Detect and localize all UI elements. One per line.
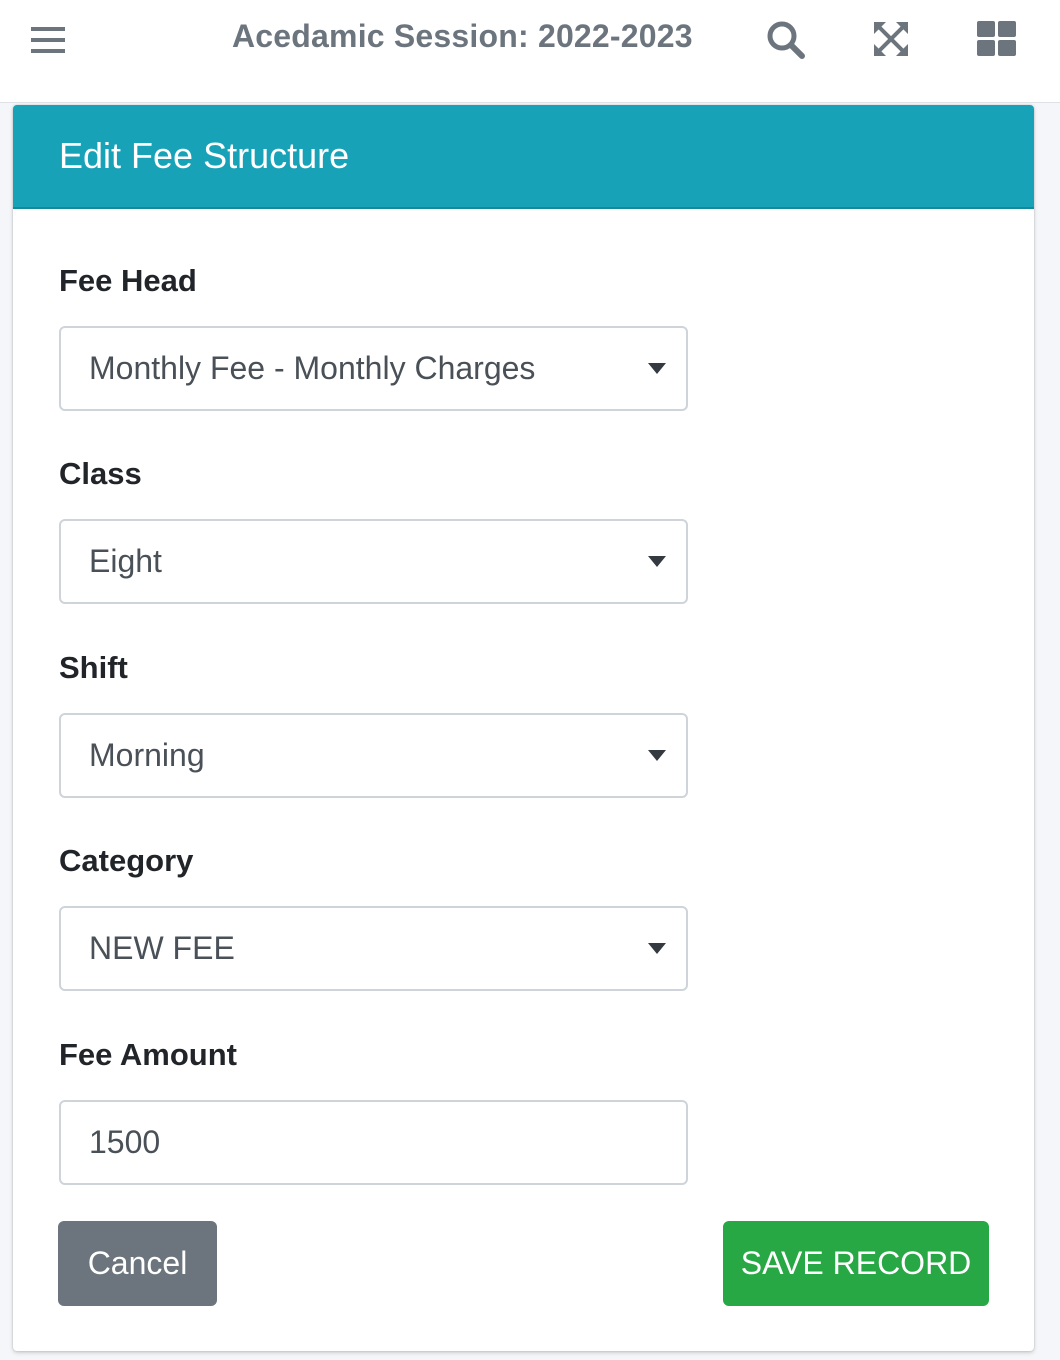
top-navbar: Acedamic Session: 2022-2023 <box>0 0 1060 103</box>
shift-label: Shift <box>59 650 128 685</box>
fee-head-label: Fee Head <box>59 263 197 298</box>
card-title: Edit Fee Structure <box>59 135 350 176</box>
class-selected-value: Eight <box>89 543 162 579</box>
cancel-button[interactable]: Cancel <box>58 1221 217 1306</box>
grid-apps-icon[interactable] <box>977 21 1017 57</box>
shift-select[interactable]: Morning <box>59 713 688 798</box>
category-label: Category <box>59 843 194 878</box>
search-icon[interactable] <box>764 18 808 62</box>
class-select[interactable]: Eight <box>59 519 688 604</box>
fee-head-select[interactable]: Monthly Fee - Monthly Charges <box>59 326 688 411</box>
fee-amount-value: 1500 <box>89 1124 161 1160</box>
chevron-down-icon <box>648 749 666 761</box>
fee-amount-label: Fee Amount <box>59 1037 237 1072</box>
fullscreen-icon[interactable] <box>872 20 910 58</box>
edit-fee-structure-card: Edit Fee Structure Fee Head Monthly Fee … <box>13 105 1034 1351</box>
chevron-down-icon <box>648 942 666 954</box>
hamburger-menu-icon[interactable] <box>31 26 65 54</box>
category-selected-value: NEW FEE <box>89 930 235 966</box>
fee-head-selected-value: Monthly Fee - Monthly Charges <box>89 350 536 386</box>
card-header: Edit Fee Structure <box>13 105 1034 209</box>
fee-amount-input[interactable]: 1500 <box>59 1100 688 1185</box>
save-record-button[interactable]: SAVE RECORD <box>723 1221 989 1306</box>
class-label: Class <box>59 456 142 491</box>
category-select[interactable]: NEW FEE <box>59 906 688 991</box>
session-title: Acedamic Session: 2022-2023 <box>232 18 693 54</box>
chevron-down-icon <box>648 555 666 567</box>
chevron-down-icon <box>648 362 666 374</box>
shift-selected-value: Morning <box>89 737 205 773</box>
